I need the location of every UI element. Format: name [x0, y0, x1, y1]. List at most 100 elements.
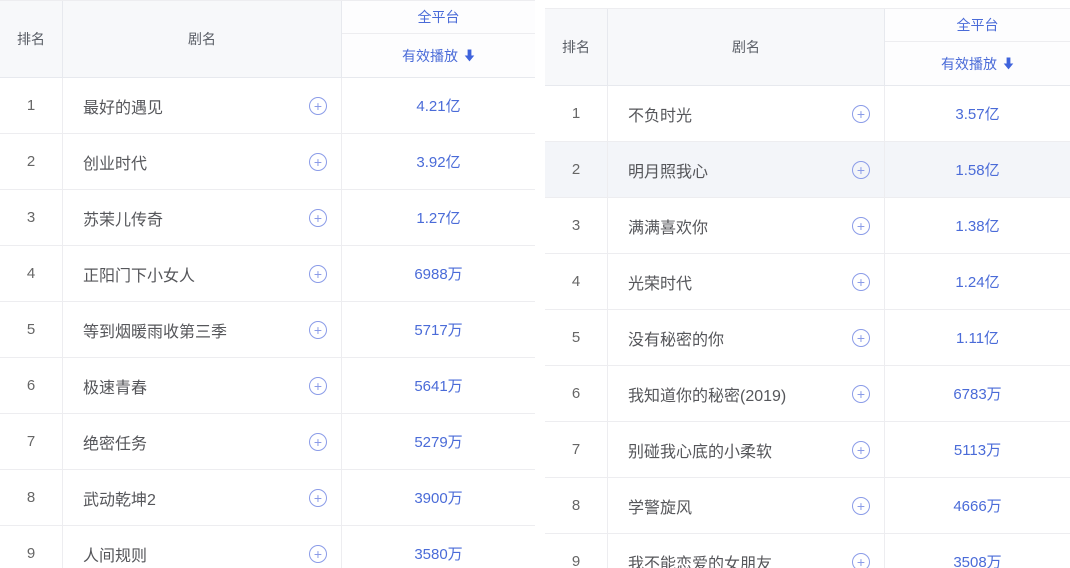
expand-plus-icon[interactable]: +	[309, 152, 327, 171]
playback-value: 6783万	[953, 386, 1002, 403]
table-row[interactable]: 1 不负时光 + 3.57亿	[545, 86, 1070, 142]
expand-plus-icon[interactable]: +	[852, 440, 870, 459]
title-cell: 人间规则 +	[63, 526, 342, 568]
value-column-header: 全平台 有效播放	[342, 1, 535, 77]
drama-title: 别碰我心底的小柔软	[628, 443, 773, 461]
playback-value: 6988万	[414, 266, 463, 283]
rank-column-header: 排名	[545, 9, 608, 85]
playback-value: 1.38亿	[955, 218, 1000, 235]
platform-group-header: 全平台	[342, 1, 535, 34]
expand-plus-icon[interactable]: +	[852, 160, 870, 179]
playback-value: 3.92亿	[416, 154, 461, 171]
sort-desc-icon	[464, 49, 475, 62]
table-row[interactable]: 6 极速青春 + 5641万	[0, 358, 535, 414]
rank-cell: 7	[0, 414, 63, 469]
expand-plus-icon[interactable]: +	[309, 544, 327, 563]
table-header: 排名 剧名 全平台 有效播放	[0, 0, 535, 78]
title-cell: 创业时代 +	[63, 134, 342, 189]
playback-value: 4.21亿	[416, 98, 461, 115]
table-row[interactable]: 7 别碰我心底的小柔软 + 5113万	[545, 422, 1070, 478]
playback-value: 5279万	[414, 434, 463, 451]
title-cell: 我不能恋爱的女朋友 +	[608, 534, 885, 568]
expand-plus-icon[interactable]: +	[309, 432, 327, 451]
table-body: 1 不负时光 + 3.57亿 2 明月照我心 + 1.58亿 3 满满喜欢你 +…	[545, 86, 1070, 568]
expand-plus-icon[interactable]: +	[852, 552, 870, 568]
drama-title: 光荣时代	[628, 275, 693, 293]
table-row[interactable]: 9 人间规则 + 3580万	[0, 526, 535, 568]
table-row[interactable]: 5 没有秘密的你 + 1.11亿	[545, 310, 1070, 366]
metric-sort-header[interactable]: 有效播放	[342, 34, 535, 77]
table-row[interactable]: 3 苏茉儿传奇 + 1.27亿	[0, 190, 535, 246]
table-row[interactable]: 2 明月照我心 + 1.58亿	[545, 142, 1070, 198]
rank-cell: 6	[0, 358, 63, 413]
expand-plus-icon[interactable]: +	[309, 96, 327, 115]
playback-value: 1.11亿	[955, 330, 1000, 347]
playback-value: 5641万	[414, 378, 463, 395]
expand-plus-icon[interactable]: +	[852, 216, 870, 235]
table-row[interactable]: 8 学警旋风 + 4666万	[545, 478, 1070, 534]
expand-plus-icon[interactable]: +	[309, 208, 327, 227]
expand-plus-icon[interactable]: +	[309, 264, 327, 283]
expand-plus-icon[interactable]: +	[852, 328, 870, 347]
drama-title: 学警旋风	[628, 499, 693, 517]
ranking-dashboard: 排名 剧名 全平台 有效播放 1 最好的遇见 + 4.21亿 2 创业时代 + …	[0, 0, 1070, 568]
expand-plus-icon[interactable]: +	[852, 384, 870, 403]
title-cell: 武动乾坤2 +	[63, 470, 342, 525]
drama-title: 正阳门下小女人	[83, 267, 196, 285]
rank-cell: 8	[0, 470, 63, 525]
table-row[interactable]: 9 我不能恋爱的女朋友 + 3508万	[545, 534, 1070, 568]
title-cell: 绝密任务 +	[63, 414, 342, 469]
rank-cell: 2	[545, 142, 608, 197]
metric-label: 有效播放	[941, 55, 997, 72]
drama-title: 极速青春	[83, 379, 148, 397]
expand-plus-icon[interactable]: +	[852, 272, 870, 291]
title-cell: 光荣时代 +	[608, 254, 885, 309]
drama-title: 创业时代	[83, 155, 148, 173]
table-row[interactable]: 4 正阳门下小女人 + 6988万	[0, 246, 535, 302]
title-cell: 不负时光 +	[608, 86, 885, 141]
playback-value: 3508万	[953, 554, 1002, 568]
drama-title: 明月照我心	[628, 163, 709, 181]
title-column-header: 剧名	[608, 9, 885, 85]
sort-desc-icon	[1003, 57, 1014, 70]
rank-cell: 4	[545, 254, 608, 309]
title-cell: 我知道你的秘密(2019) +	[608, 366, 885, 421]
playback-value: 5113万	[953, 442, 1002, 459]
expand-plus-icon[interactable]: +	[309, 376, 327, 395]
table-row[interactable]: 3 满满喜欢你 + 1.38亿	[545, 198, 1070, 254]
table-row[interactable]: 8 武动乾坤2 + 3900万	[0, 470, 535, 526]
rank-cell: 7	[545, 422, 608, 477]
playback-value: 1.24亿	[955, 274, 1000, 291]
expand-plus-icon[interactable]: +	[309, 488, 327, 507]
drama-title: 人间规则	[83, 547, 148, 565]
table-row[interactable]: 7 绝密任务 + 5279万	[0, 414, 535, 470]
table-row[interactable]: 6 我知道你的秘密(2019) + 6783万	[545, 366, 1070, 422]
rank-cell: 3	[545, 198, 608, 253]
title-cell: 学警旋风 +	[608, 478, 885, 533]
expand-plus-icon[interactable]: +	[852, 496, 870, 515]
title-cell: 满满喜欢你 +	[608, 198, 885, 253]
rank-cell: 9	[0, 526, 63, 568]
drama-title: 满满喜欢你	[628, 219, 709, 237]
table-row[interactable]: 4 光荣时代 + 1.24亿	[545, 254, 1070, 310]
table-row[interactable]: 1 最好的遇见 + 4.21亿	[0, 78, 535, 134]
rank-cell: 3	[0, 190, 63, 245]
expand-plus-icon[interactable]: +	[309, 320, 327, 339]
table-row[interactable]: 5 等到烟暖雨收第三季 + 5717万	[0, 302, 535, 358]
drama-title: 没有秘密的你	[628, 331, 725, 349]
drama-title: 等到烟暖雨收第三季	[83, 323, 228, 341]
playback-value: 1.27亿	[416, 210, 461, 227]
title-cell: 等到烟暖雨收第三季 +	[63, 302, 342, 357]
title-cell: 最好的遇见 +	[63, 78, 342, 133]
rank-cell: 6	[545, 366, 608, 421]
table-row[interactable]: 2 创业时代 + 3.92亿	[0, 134, 535, 190]
title-column-header: 剧名	[63, 1, 342, 77]
expand-plus-icon[interactable]: +	[852, 104, 870, 123]
rank-cell: 8	[545, 478, 608, 533]
metric-sort-header[interactable]: 有效播放	[885, 42, 1070, 85]
playback-value: 5717万	[414, 322, 463, 339]
drama-title: 不负时光	[628, 107, 693, 125]
metric-label: 有效播放	[402, 47, 458, 64]
rank-cell: 2	[0, 134, 63, 189]
drama-title: 苏茉儿传奇	[83, 211, 164, 229]
